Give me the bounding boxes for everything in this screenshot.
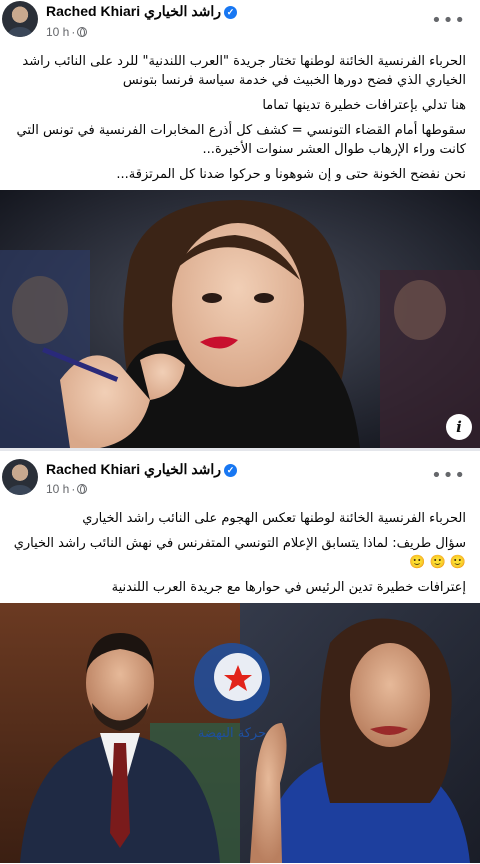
verified-badge-icon: ✓ bbox=[224, 6, 238, 19]
post-paragraph: الحرباء الفرنسية الخائنة لوطنها تعكس اله… bbox=[82, 511, 466, 526]
post-2: Rached Khiari راشد الخياري ✓ 10 h · ••• ال… bbox=[0, 451, 480, 863]
post-paragraph: سؤال طريف: لماذا يتسابق الإعلام التونسي … bbox=[13, 536, 466, 570]
globe-icon bbox=[77, 27, 88, 37]
author-name-text[interactable]: Rached Khiari راشد الخياري bbox=[46, 461, 221, 477]
photo-woman-with-pen bbox=[0, 190, 480, 448]
post-body: الحرباء الفرنسية الخائنة لوطنها تعكس اله… bbox=[0, 503, 480, 597]
post-photo[interactable]: حركة النهضة bbox=[0, 603, 480, 863]
post-body: الحرباء الفرنسية الخائنة لوطنها تختار جر… bbox=[0, 50, 480, 184]
post-paragraph: سقوطها أمام القضاء التونسي = كشف كل أذرع… bbox=[16, 123, 466, 157]
logo-text: حركة النهضة bbox=[198, 726, 266, 741]
author-name[interactable]: Rached Khiari راشد الخياري ✓ bbox=[46, 3, 238, 20]
post-paragraph: الحرباء الفرنسية الخائنة لوطنها تختار جر… bbox=[22, 54, 466, 88]
author-avatar[interactable] bbox=[2, 459, 38, 495]
post-meta: 10 h · bbox=[46, 482, 88, 496]
post-time[interactable]: 10 h bbox=[46, 25, 69, 39]
post-photo[interactable]: i bbox=[0, 190, 480, 448]
author-name[interactable]: Rached Khiari راشد الخياري ✓ bbox=[46, 461, 238, 478]
post-paragraph: إعترافات خطيرة تدين الرئيس في حوارها مع … bbox=[111, 580, 466, 595]
author-avatar[interactable] bbox=[2, 1, 38, 37]
globe-icon bbox=[77, 484, 88, 494]
post-time[interactable]: 10 h bbox=[46, 482, 69, 496]
info-icon[interactable]: i bbox=[446, 414, 472, 440]
post-1: Rached Khiari راشد الخياري ✓ 10 h · ••• ال… bbox=[0, 0, 480, 448]
post-paragraph: هنا تدلي بإعترافات خطيرة تدينها تماما bbox=[262, 98, 466, 113]
more-options-icon[interactable]: ••• bbox=[431, 10, 466, 31]
photo-collage: حركة النهضة bbox=[0, 603, 480, 863]
post-header: Rached Khiari راشد الخياري ✓ 10 h · ••• bbox=[0, 451, 480, 503]
more-options-icon[interactable]: ••• bbox=[431, 465, 466, 486]
post-meta: 10 h · bbox=[46, 25, 88, 39]
post-header: Rached Khiari راشد الخياري ✓ 10 h · ••• bbox=[0, 0, 480, 50]
author-name-text[interactable]: Rached Khiari راشد الخياري bbox=[46, 3, 221, 19]
verified-badge-icon: ✓ bbox=[224, 464, 238, 477]
post-paragraph: نحن نفضح الخونة حتى و إن شوهونا و حركوا … bbox=[116, 167, 466, 182]
